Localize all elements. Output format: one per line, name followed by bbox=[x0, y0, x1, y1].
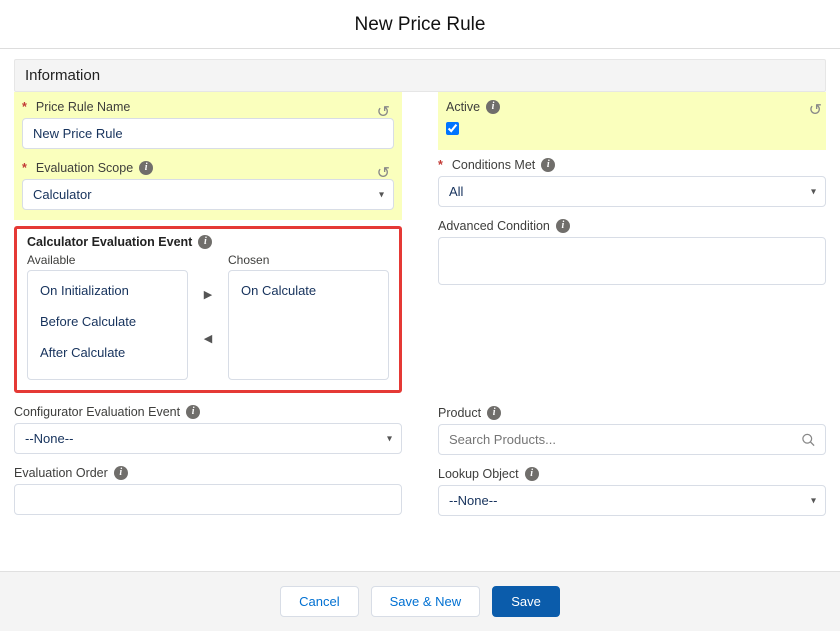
conditions-met-label: Conditions Met i bbox=[438, 158, 826, 172]
chosen-column: Chosen On Calculate bbox=[228, 253, 389, 380]
lookup-object-select[interactable]: --None-- bbox=[438, 485, 826, 516]
save-button[interactable]: Save bbox=[492, 586, 560, 617]
move-buttons: ▶ ◀ bbox=[198, 253, 218, 380]
info-icon[interactable]: i bbox=[541, 158, 555, 172]
list-item[interactable]: Before Calculate bbox=[28, 306, 187, 337]
evaluation-scope-field: Evaluation Scope i ↺ Calculator ▾ bbox=[14, 159, 402, 220]
evaluation-scope-select[interactable]: Calculator bbox=[22, 179, 394, 210]
info-icon[interactable]: i bbox=[198, 235, 212, 249]
available-list[interactable]: On Initialization Before Calculate After… bbox=[27, 270, 188, 380]
price-rule-name-label: Price Rule Name bbox=[22, 100, 394, 114]
product-field: Product i bbox=[438, 402, 826, 463]
calc-eval-event-label: Calculator Evaluation Event i bbox=[27, 235, 389, 249]
modal-footer: Cancel Save & New Save bbox=[0, 571, 840, 631]
lookup-object-label: Lookup Object i bbox=[438, 467, 826, 481]
active-field: Active i ↺ bbox=[438, 92, 826, 150]
cancel-button[interactable]: Cancel bbox=[280, 586, 358, 617]
spacer bbox=[438, 296, 826, 402]
evaluation-order-input[interactable] bbox=[14, 484, 402, 515]
modal-title: New Price Rule bbox=[0, 0, 840, 49]
conditions-met-select[interactable]: All bbox=[438, 176, 826, 207]
info-icon[interactable]: i bbox=[114, 466, 128, 480]
new-price-rule-modal: New Price Rule Information Price Rule Na… bbox=[0, 0, 840, 631]
list-item[interactable]: On Initialization bbox=[28, 275, 187, 306]
info-icon[interactable]: i bbox=[487, 406, 501, 420]
evaluation-scope-label: Evaluation Scope i bbox=[22, 161, 394, 175]
info-icon[interactable]: i bbox=[556, 219, 570, 233]
calc-eval-event-highlight: Calculator Evaluation Event i Available … bbox=[14, 226, 402, 393]
right-column: Active i ↺ Conditions Met i All bbox=[438, 92, 826, 524]
lookup-object-field: Lookup Object i --None-- ▾ bbox=[438, 463, 826, 524]
info-icon[interactable]: i bbox=[186, 405, 200, 419]
active-checkbox[interactable] bbox=[446, 122, 459, 135]
move-left-button[interactable]: ◀ bbox=[204, 324, 212, 353]
info-icon[interactable]: i bbox=[139, 161, 153, 175]
config-eval-event-field: Configurator Evaluation Event i --None--… bbox=[14, 401, 402, 462]
evaluation-order-field: Evaluation Order i bbox=[14, 462, 402, 523]
config-eval-event-label: Configurator Evaluation Event i bbox=[14, 405, 402, 419]
price-rule-name-field: Price Rule Name ↺ bbox=[14, 92, 402, 159]
calc-eval-event-duallist: Available On Initialization Before Calcu… bbox=[27, 253, 389, 380]
form-grid: Price Rule Name ↺ Evaluation Scope i ↺ bbox=[14, 92, 826, 524]
info-icon[interactable]: i bbox=[486, 100, 500, 114]
form-body: Price Rule Name ↺ Evaluation Scope i ↺ bbox=[0, 92, 840, 571]
section-information: Information bbox=[14, 59, 826, 92]
move-right-button[interactable]: ▶ bbox=[204, 280, 212, 309]
info-icon[interactable]: i bbox=[525, 467, 539, 481]
conditions-met-field: Conditions Met i All ▾ bbox=[438, 150, 826, 215]
config-eval-event-select[interactable]: --None-- bbox=[14, 423, 402, 454]
left-column: Price Rule Name ↺ Evaluation Scope i ↺ bbox=[14, 92, 402, 524]
product-label: Product i bbox=[438, 406, 826, 420]
chosen-label: Chosen bbox=[228, 253, 389, 267]
advanced-condition-input[interactable] bbox=[438, 237, 826, 285]
list-item[interactable]: On Calculate bbox=[229, 275, 388, 306]
list-item[interactable]: After Calculate bbox=[28, 337, 187, 368]
evaluation-order-label: Evaluation Order i bbox=[14, 466, 402, 480]
undo-icon[interactable]: ↺ bbox=[809, 100, 822, 120]
active-label: Active i bbox=[446, 100, 818, 114]
advanced-condition-label: Advanced Condition i bbox=[438, 219, 826, 233]
undo-icon[interactable]: ↺ bbox=[377, 102, 390, 122]
price-rule-name-input[interactable] bbox=[22, 118, 394, 149]
chosen-list[interactable]: On Calculate bbox=[228, 270, 389, 380]
search-icon bbox=[801, 432, 816, 447]
advanced-condition-field: Advanced Condition i bbox=[438, 215, 826, 296]
available-column: Available On Initialization Before Calcu… bbox=[27, 253, 188, 380]
product-search-input[interactable] bbox=[438, 424, 826, 455]
save-and-new-button[interactable]: Save & New bbox=[371, 586, 481, 617]
available-label: Available bbox=[27, 253, 188, 267]
